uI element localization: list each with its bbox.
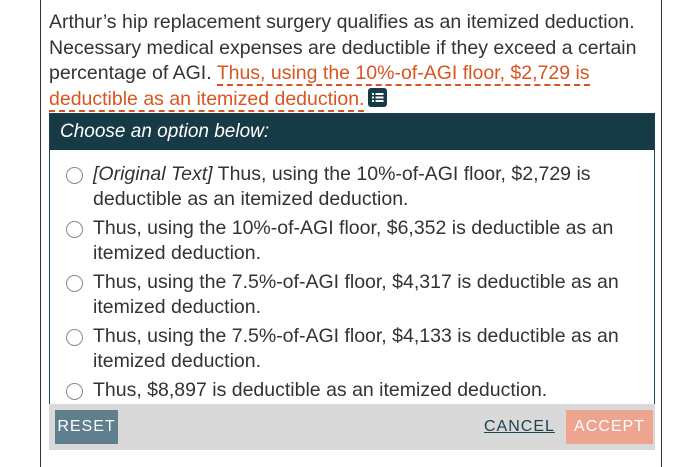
option-text: Thus, using the 7.5%-of-AGI floor, $4,13… xyxy=(93,325,619,372)
option-tag: [Original Text] xyxy=(93,163,213,185)
option-text: Thus, $8,897 is deductible as an itemize… xyxy=(93,379,548,401)
reset-button[interactable]: RESET xyxy=(55,410,118,444)
option-text: Thus, using the 10%-of-AGI floor, $6,352… xyxy=(93,217,614,264)
radio-button[interactable] xyxy=(66,167,83,184)
radio-button[interactable] xyxy=(66,275,83,292)
radio-button[interactable] xyxy=(66,383,83,400)
option-text: Thus, using the 7.5%-of-AGI floor, $4,31… xyxy=(93,271,619,318)
option-panel: Choose an option below: [Original Text] … xyxy=(49,113,655,444)
option-2[interactable]: Thus, using the 10%-of-AGI floor, $6,352… xyxy=(50,216,654,266)
cancel-button[interactable]: CANCEL xyxy=(484,410,555,444)
action-bar: RESET CANCEL ACCEPT xyxy=(49,404,655,450)
option-label: [Original Text] Thus, using the 10%-of-A… xyxy=(93,162,648,212)
option-5[interactable]: Thus, $8,897 is deductible as an itemize… xyxy=(50,378,654,403)
radio-button[interactable] xyxy=(66,329,83,346)
list-icon[interactable] xyxy=(368,87,388,107)
radio-button[interactable] xyxy=(66,221,83,238)
left-border xyxy=(40,0,41,467)
passage-text: Arthur’s hip replacement surgery qualifi… xyxy=(49,10,655,112)
right-border xyxy=(661,0,662,467)
option-4[interactable]: Thus, using the 7.5%-of-AGI floor, $4,13… xyxy=(50,324,654,374)
panel-header: Choose an option below: xyxy=(50,114,654,150)
option-original[interactable]: [Original Text] Thus, using the 10%-of-A… xyxy=(50,162,654,212)
accept-button[interactable]: ACCEPT xyxy=(566,410,653,444)
option-3[interactable]: Thus, using the 7.5%-of-AGI floor, $4,31… xyxy=(50,270,654,320)
